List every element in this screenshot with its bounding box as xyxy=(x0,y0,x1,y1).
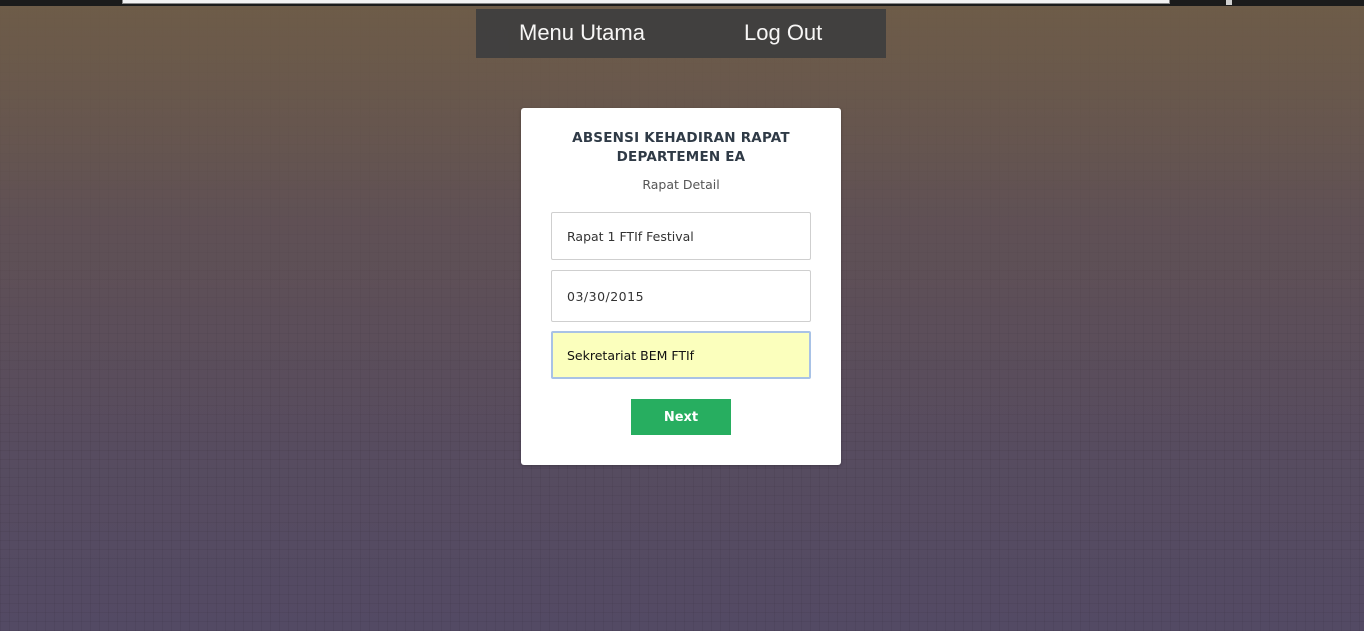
nav-log-out-link[interactable]: Log Out xyxy=(744,19,822,47)
meeting-place-input[interactable] xyxy=(551,331,811,379)
next-button[interactable]: Next xyxy=(631,399,731,435)
top-nav: Menu Utama Log Out xyxy=(476,9,886,58)
page-title: ABSENSI KEHADIRAN RAPAT DEPARTEMEN EA xyxy=(572,130,790,165)
address-bar[interactable] xyxy=(122,0,1170,4)
page-subtitle: Rapat Detail xyxy=(642,177,720,192)
meeting-date-input[interactable] xyxy=(551,270,811,322)
meeting-name-input[interactable] xyxy=(551,212,811,260)
browser-top-strip xyxy=(0,0,1364,6)
toolbar-icon[interactable] xyxy=(1226,0,1232,5)
meeting-detail-card: ABSENSI KEHADIRAN RAPAT DEPARTEMEN EA Ra… xyxy=(521,108,841,465)
nav-menu-utama-link[interactable]: Menu Utama xyxy=(519,19,645,47)
